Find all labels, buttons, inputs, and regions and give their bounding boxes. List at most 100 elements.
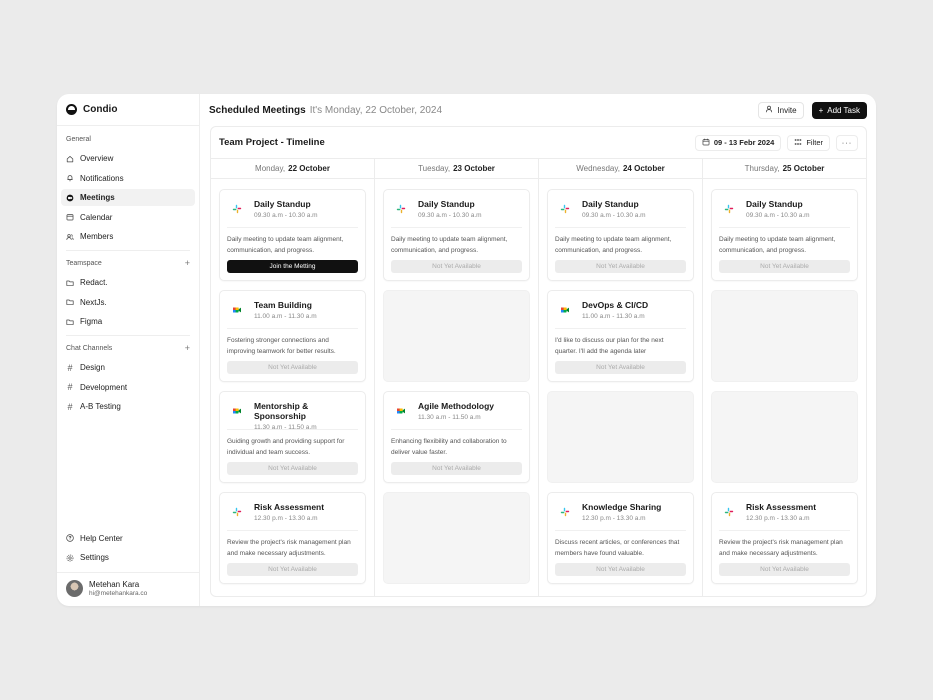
meeting-title: Daily Standup	[418, 199, 475, 209]
plus-icon: +	[818, 105, 824, 115]
sidebar-item-redact[interactable]: Redact.	[61, 274, 195, 291]
meeting-time: 12.30 p.m - 13.30 a.m	[582, 515, 646, 522]
day-column-header: Monday, 22 October	[211, 159, 374, 179]
meeting-description: Guiding growth and providing support for…	[227, 438, 345, 456]
sidebar-item-calendar[interactable]: Calendar	[61, 209, 195, 226]
empty-slot[interactable]	[711, 290, 858, 382]
sidebar-item-a-b-testing[interactable]: # A-B Testing	[61, 398, 195, 415]
user-name: Metehan Kara	[89, 580, 140, 589]
more-icon: ···	[841, 138, 853, 147]
page-title: Scheduled Meetings	[209, 104, 306, 116]
app-name: Condio	[83, 104, 118, 115]
meeting-time: 12.30 p.m - 13.30 a.m	[254, 515, 318, 522]
sidebar-item-members[interactable]: Members	[61, 228, 195, 245]
join-meeting-button[interactable]: Join the Metting	[227, 260, 358, 273]
sidebar-item-nextjs[interactable]: NextJs.	[61, 294, 195, 311]
card-header: Agile Methodology 11.30 a.m - 11.50 a.m	[391, 400, 522, 430]
card-header: Team Building 11.00 a.m - 11.30 a.m	[227, 299, 358, 329]
empty-slot[interactable]	[383, 492, 530, 584]
sidebar-item-help[interactable]: Help Center	[61, 530, 195, 547]
meeting-time: 09.30 a.m - 10.30 a.m	[582, 212, 646, 219]
sidebar-item-notifications[interactable]: Notifications	[61, 170, 195, 187]
weekday-label: Monday,	[255, 164, 286, 173]
app-window: Condio General Overview Notifications Meet…	[57, 94, 876, 606]
meeting-time: 11.00 a.m - 11.30 a.m	[254, 313, 317, 320]
google-meet-icon	[227, 300, 247, 320]
empty-slot[interactable]	[383, 290, 530, 382]
weekday-label: Tuesday,	[418, 164, 451, 173]
meeting-card[interactable]: Risk Assessment 12.30 p.m - 13.30 a.m Revi…	[711, 492, 858, 584]
card-header: Daily Standup 09.30 a.m - 10.30 a.m	[227, 198, 358, 228]
user-icon	[765, 105, 773, 115]
add-channel-icon[interactable]: +	[185, 343, 190, 353]
sidebar-item-design[interactable]: # Design	[61, 359, 195, 376]
google-meet-icon	[227, 401, 247, 421]
meeting-card[interactable]: Knowledge Sharing 12.30 p.m - 13.30 a.m Di…	[547, 492, 694, 584]
meeting-description: Daily meeting to update team alignment, …	[555, 236, 672, 254]
sidebar-item-label: Settings	[80, 553, 109, 562]
date-range-label: 09 - 13 Febr 2024	[713, 138, 775, 147]
slack-icon	[719, 199, 739, 219]
meeting-description: I'd like to discuss our plan for the nex…	[555, 337, 664, 355]
meeting-card[interactable]: DevOps & CI/CD 11.00 a.m - 11.30 a.m I'd l…	[547, 290, 694, 382]
empty-slot[interactable]	[547, 391, 694, 483]
meeting-card[interactable]: Daily Standup 09.30 a.m - 10.30 a.m Daily …	[383, 189, 530, 281]
meeting-card[interactable]: Mentorship & Sponsorship 11.30 a.m - 11.5…	[219, 391, 366, 483]
filter-icon	[794, 138, 802, 148]
invite-button[interactable]: Invite	[758, 101, 804, 119]
date-label: 24 October	[622, 164, 665, 173]
not-available-button: Not Yet Available	[391, 462, 522, 475]
more-options-button[interactable]: ···	[836, 134, 858, 151]
logo[interactable]: Condio	[57, 94, 199, 126]
help-icon	[66, 534, 74, 542]
user-email: hi@metehankara.co	[89, 590, 148, 597]
sidebar-item-development[interactable]: # Development	[61, 379, 195, 396]
sidebar-item-label: Overview	[80, 154, 114, 163]
day-column-header: Wednesday, 24 October	[539, 159, 702, 179]
empty-slot[interactable]	[711, 391, 858, 483]
date-range-picker[interactable]: 09 - 13 Febr 2024	[694, 134, 782, 151]
meeting-card[interactable]: Team Building 11.00 a.m - 11.30 a.m Foster…	[219, 290, 366, 382]
slack-icon	[555, 502, 575, 522]
sidebar-item-meetings[interactable]: Meetings	[61, 189, 195, 206]
divider	[66, 250, 190, 251]
google-meet-icon	[391, 401, 411, 421]
card-header: Daily Standup 09.30 a.m - 10.30 a.m	[555, 198, 686, 228]
not-available-button: Not Yet Available	[555, 361, 686, 374]
sidebar-item-label: Calendar	[80, 212, 113, 222]
condio-logo-icon	[66, 104, 77, 115]
section-teamspace-title: Teamspace +	[66, 258, 190, 268]
sidebar-item-label: Notifications	[80, 173, 124, 183]
meeting-description: Daily meeting to update team alignment, …	[719, 236, 836, 254]
meeting-title: Daily Standup	[746, 199, 803, 209]
panel-title: Team Project - Timeline	[219, 137, 325, 148]
meeting-card[interactable]: Risk Assessment 12.30 p.m - 13.30 a.m Revi…	[219, 492, 366, 584]
day-column: Thursday, 25 October Daily Standup 09.30 a.…	[703, 159, 866, 596]
folder-icon	[66, 279, 74, 287]
sidebar-bottom: Help Center Settings Metehan Kara hi@met…	[57, 530, 199, 607]
date-label: 23 October	[453, 164, 495, 173]
not-available-button: Not Yet Available	[555, 563, 686, 576]
sidebar-item-overview[interactable]: Overview	[61, 150, 195, 167]
meeting-title: Daily Standup	[254, 199, 311, 209]
user-profile[interactable]: Metehan Kara hi@metehankara.co	[57, 572, 199, 606]
meeting-description: Daily meeting to update team alignment, …	[227, 236, 344, 254]
meeting-time: 09.30 a.m - 10.30 a.m	[746, 212, 810, 219]
sidebar-item-settings[interactable]: Settings	[61, 549, 195, 566]
add-teamspace-icon[interactable]: +	[185, 258, 190, 268]
sidebar-item-figma[interactable]: Figma	[61, 313, 195, 330]
meeting-card[interactable]: Daily Standup 09.30 a.m - 10.30 a.m Daily …	[711, 189, 858, 281]
slack-icon	[719, 502, 739, 522]
meeting-card[interactable]: Agile Methodology 11.30 a.m - 11.50 a.m En…	[383, 391, 530, 483]
divider	[66, 335, 190, 336]
google-meet-icon	[555, 300, 575, 320]
not-available-button: Not Yet Available	[391, 260, 522, 273]
meeting-title: Knowledge Sharing	[582, 502, 662, 512]
sidebar-item-label: Meetings	[80, 193, 115, 202]
meeting-card[interactable]: Daily Standup 09.30 a.m - 10.30 a.m Daily …	[219, 189, 366, 281]
folder-icon	[66, 298, 74, 306]
date-label: 25 October	[782, 164, 825, 173]
meeting-card[interactable]: Daily Standup 09.30 a.m - 10.30 a.m Daily …	[547, 189, 694, 281]
filter-button[interactable]: Filter	[787, 134, 830, 151]
add-task-button[interactable]: + Add Task	[811, 101, 867, 119]
